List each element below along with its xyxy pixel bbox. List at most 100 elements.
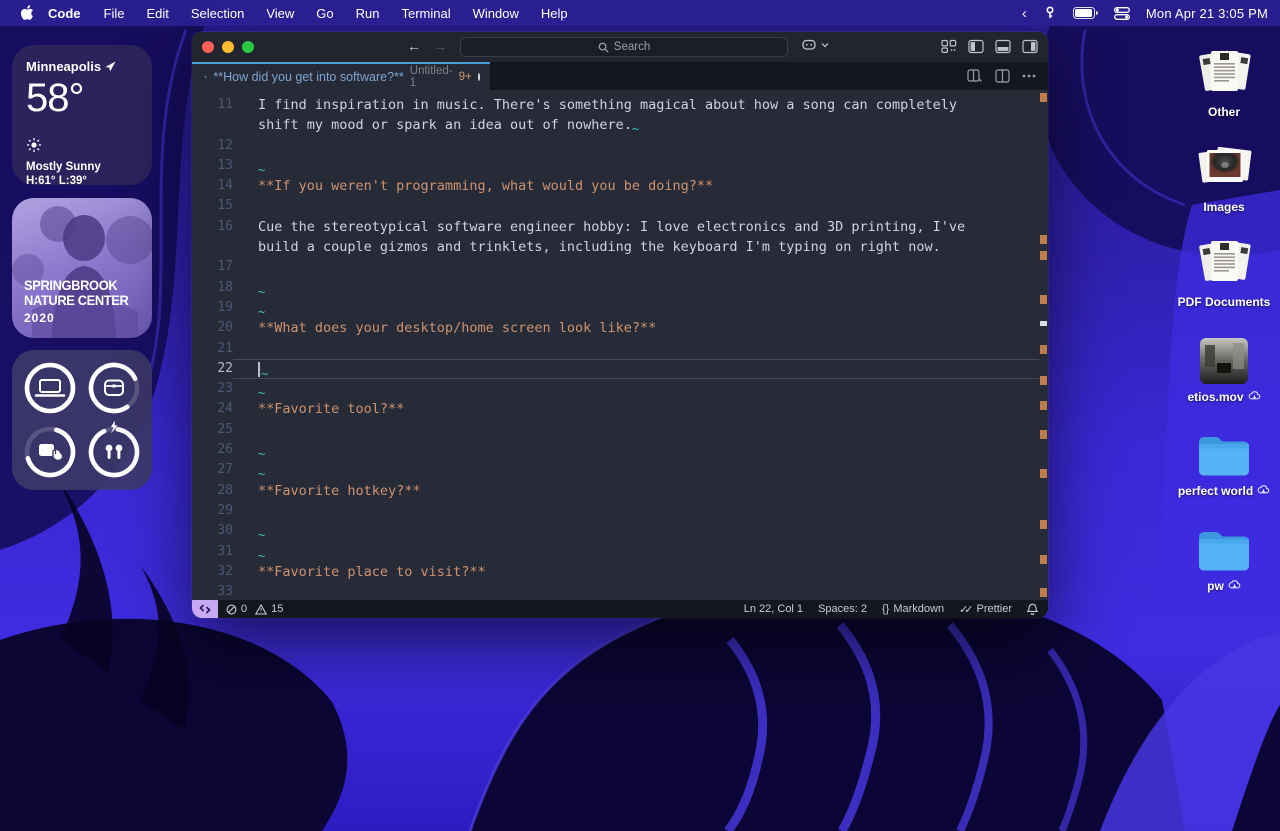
problems-summary[interactable]: 0 15 xyxy=(226,603,283,615)
unsaved-changes-dot[interactable] xyxy=(478,73,480,81)
editor-line[interactable]: 24**Favorite tool?** xyxy=(192,399,1048,419)
desktop-icon-pw[interactable]: pw xyxy=(1169,522,1279,593)
desktop-icon-label: etios.mov xyxy=(1187,390,1243,404)
folder-icon xyxy=(1169,522,1279,574)
formatter-status[interactable]: ✓✓ Prettier xyxy=(959,603,1012,616)
minimize-window-button[interactable] xyxy=(222,41,234,53)
editor-line[interactable]: 32**Favorite place to visit?** xyxy=(192,562,1048,582)
weather-condition: Mostly Sunny xyxy=(26,161,138,173)
menu-item-go[interactable]: Go xyxy=(316,6,333,21)
editor-line[interactable]: 12 xyxy=(192,136,1048,156)
desktop-icon-images[interactable]: Images xyxy=(1169,143,1279,214)
menu-item-file[interactable]: File xyxy=(104,6,125,21)
menu-item-run[interactable]: Run xyxy=(356,6,380,21)
warning-marker xyxy=(1040,345,1047,354)
apple-menu[interactable] xyxy=(12,5,42,21)
overview-ruler[interactable] xyxy=(1039,90,1048,600)
warning-marker xyxy=(1040,93,1047,102)
line-number: 15 xyxy=(192,196,233,216)
menu-item-selection[interactable]: Selection xyxy=(191,6,244,21)
toggle-primary-sidebar-icon[interactable] xyxy=(968,39,984,54)
line-number: 26 xyxy=(192,440,233,460)
editor-line[interactable]: 11I find inspiration in music. There's s… xyxy=(192,95,1048,115)
line-number: 27 xyxy=(192,460,233,480)
close-window-button[interactable] xyxy=(202,41,214,53)
editor-current-line[interactable]: 22~ xyxy=(192,359,1048,379)
batteries-widget[interactable] xyxy=(12,350,152,490)
indentation-status[interactable]: Spaces: 2 xyxy=(818,603,867,615)
line-number: 18 xyxy=(192,278,233,298)
weather-hi-lo: H:61° L:39° xyxy=(26,175,138,185)
control-center-icon[interactable] xyxy=(1114,7,1130,20)
battery-icon[interactable] xyxy=(1073,7,1098,19)
menu-app-name[interactable]: Code xyxy=(48,6,81,21)
title-bar[interactable]: ← → Search xyxy=(192,32,1048,62)
editor-line[interactable]: 21 xyxy=(192,339,1048,359)
zoom-window-button[interactable] xyxy=(242,41,254,53)
editor-line[interactable]: 23~ xyxy=(192,379,1048,399)
line-number: 14 xyxy=(192,176,233,196)
editor-line[interactable]: 19~ xyxy=(192,298,1048,318)
split-editor-icon[interactable] xyxy=(995,69,1010,83)
editor-line[interactable]: 29 xyxy=(192,501,1048,521)
editor-line[interactable]: 31~ xyxy=(192,542,1048,562)
editor-line[interactable]: 30~ xyxy=(192,521,1048,541)
battery-ring-macbook[interactable] xyxy=(18,356,82,420)
remote-indicator-button[interactable] xyxy=(192,600,218,618)
toggle-panel-icon[interactable] xyxy=(995,39,1011,54)
editor-line[interactable]: 13~ xyxy=(192,156,1048,176)
editor-line[interactable]: 20**What does your desktop/home screen l… xyxy=(192,318,1048,338)
desktop-icon-label: Other xyxy=(1208,105,1240,119)
menu-item-terminal[interactable]: Terminal xyxy=(402,6,451,21)
copilot-menu[interactable] xyxy=(802,38,829,51)
battery-ring-trackpad[interactable] xyxy=(18,420,82,484)
vscode-window: ← → Search xyxy=(192,32,1048,618)
tab-title: **How did you get into software?** xyxy=(213,70,403,84)
editor-area[interactable]: 11I find inspiration in music. There's s… xyxy=(192,90,1048,600)
menu-clock[interactable]: Mon Apr 21 3:05 PM xyxy=(1146,6,1268,21)
photos-widget[interactable]: SPRINGBROOK NATURE CENTER 2020 xyxy=(12,198,152,338)
tab-untitled-1[interactable]: **How did you get into software?** Untit… xyxy=(192,62,490,90)
editor-line[interactable]: shift my mood or spark an idea out of no… xyxy=(192,115,1048,135)
battery-ring-airpods[interactable] xyxy=(82,420,146,484)
editor-line[interactable]: 16Cue the stereotypical software enginee… xyxy=(192,217,1048,237)
navigate-forward-button[interactable]: → xyxy=(433,38,447,54)
battery-ring-airpods-case[interactable] xyxy=(82,356,146,420)
editor-line[interactable]: 25 xyxy=(192,420,1048,440)
editor-line[interactable]: 33 xyxy=(192,582,1048,600)
menu-item-help[interactable]: Help xyxy=(541,6,568,21)
weather-widget[interactable]: Minneapolis 58° Mostly Sunny H:61° L:39° xyxy=(12,45,152,185)
key-icon[interactable] xyxy=(1043,6,1057,20)
warning-marker xyxy=(1040,520,1047,529)
more-actions-icon[interactable] xyxy=(1022,74,1036,78)
chevron-left-icon[interactable]: ‹ xyxy=(1022,5,1027,22)
navigate-back-button[interactable]: ← xyxy=(407,38,421,54)
cursor-position-status[interactable]: Ln 22, Col 1 xyxy=(744,603,803,615)
editor-line[interactable]: 18~ xyxy=(192,278,1048,298)
code-text: Cue the stereotypical software engineer … xyxy=(258,219,965,235)
menu-item-window[interactable]: Window xyxy=(473,6,519,21)
open-changes-icon[interactable] xyxy=(967,69,983,83)
menu-item-view[interactable]: View xyxy=(266,6,294,21)
icloud-download-icon xyxy=(1257,484,1270,495)
toggle-secondary-sidebar-icon[interactable] xyxy=(1022,39,1038,54)
menu-item-edit[interactable]: Edit xyxy=(146,6,168,21)
language-mode-status[interactable]: {} Markdown xyxy=(882,603,944,615)
desktop-icon-etios-mov[interactable]: etios.mov xyxy=(1169,333,1279,404)
language-label: Markdown xyxy=(893,603,944,615)
editor-line[interactable]: 15 xyxy=(192,196,1048,216)
desktop-icon-perfect-world[interactable]: perfect world xyxy=(1169,427,1279,498)
editor-line[interactable]: 14**If you weren't programming, what wou… xyxy=(192,176,1048,196)
editor-line[interactable]: 28**Favorite hotkey?** xyxy=(192,481,1048,501)
editor-line[interactable]: 26~ xyxy=(192,440,1048,460)
notifications-bell-icon[interactable] xyxy=(1027,603,1038,615)
editor-line[interactable]: build a couple gizmos and trinklets, inc… xyxy=(192,237,1048,257)
customize-layout-icon[interactable] xyxy=(941,39,957,54)
desktop-icon-pdf-documents[interactable]: PDF Documents xyxy=(1169,238,1279,309)
editor-line[interactable]: 27~ xyxy=(192,460,1048,480)
desktop-icon-other[interactable]: Other xyxy=(1169,48,1279,119)
command-center-search[interactable]: Search xyxy=(460,37,788,57)
editor-line[interactable]: 17 xyxy=(192,257,1048,277)
code-text: shift my mood or spark an idea out of no… xyxy=(258,117,632,133)
photo-stack-icon xyxy=(1169,143,1279,195)
